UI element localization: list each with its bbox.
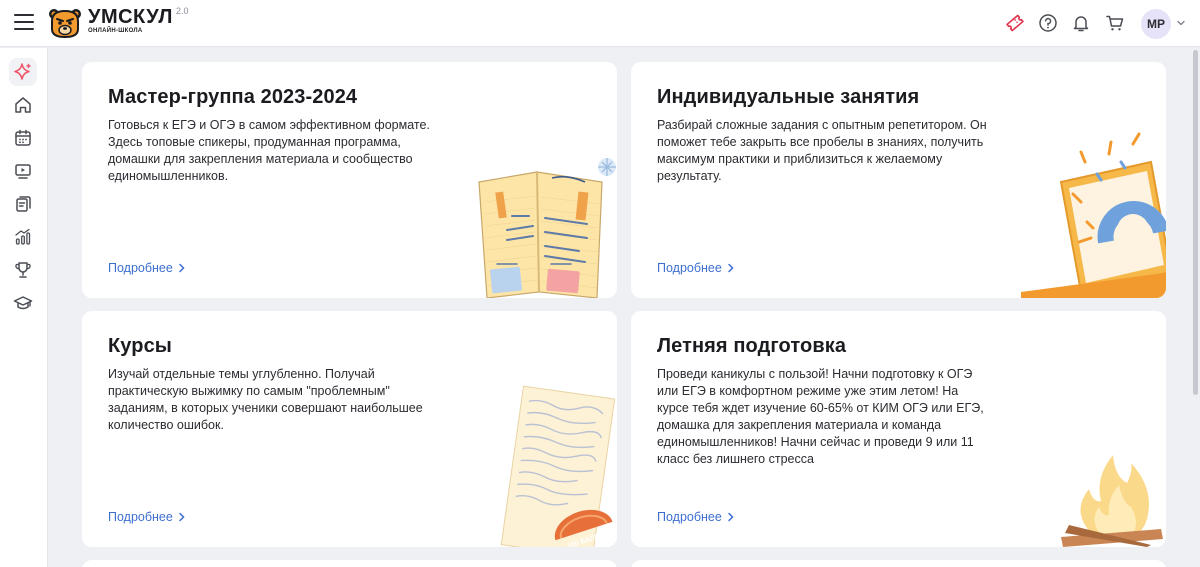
- sparkle-icon: [14, 63, 31, 80]
- scrollbar[interactable]: [1191, 48, 1200, 567]
- homework-icon: [16, 196, 31, 212]
- sidebar-item-courses[interactable]: [9, 289, 37, 317]
- logo-subtitle: ОНЛАЙН-ШКОЛА: [88, 28, 143, 34]
- laptop-illustration: [1021, 132, 1166, 298]
- video-lesson-icon: [15, 164, 31, 179]
- campfire-illustration: [1061, 455, 1163, 547]
- graduation-cap-icon: [13, 296, 33, 310]
- scrollbar-thumb[interactable]: [1193, 50, 1198, 395]
- sidebar-item-homework[interactable]: [9, 190, 37, 218]
- card-title: Индивидуальные занятия: [657, 86, 920, 108]
- card-title: Летняя подготовка: [657, 335, 847, 357]
- chevron-right-icon: [728, 512, 734, 522]
- card-summer-prep[interactable]: Летняя подготовка Проведи каникулы с пол…: [631, 311, 1166, 547]
- logo-version: 2.0: [176, 6, 189, 16]
- card-description: Изучай отдельные темы углубленно. Получа…: [108, 367, 423, 432]
- card-individual-lessons[interactable]: Индивидуальные занятия Разбирай сложные …: [631, 62, 1166, 298]
- card-title: Курсы: [108, 335, 172, 357]
- sidebar-item-achievements[interactable]: [9, 256, 37, 284]
- card-title: Мастер-группа 2023-2024: [108, 86, 358, 108]
- card-description: Разбирай сложные задания с опытным репет…: [657, 118, 987, 183]
- bell-icon[interactable]: [1071, 13, 1091, 33]
- card-partial-left[interactable]: [82, 560, 617, 567]
- more-link[interactable]: Подробнее: [108, 261, 186, 275]
- logo[interactable]: УМСКУЛ ОНЛАЙН-ШКОЛА: [48, 6, 173, 40]
- calendar-icon: [15, 129, 31, 146]
- more-link[interactable]: Подробнее: [108, 510, 186, 524]
- sidebar-item-home[interactable]: [9, 91, 37, 119]
- menu-icon[interactable]: [14, 14, 34, 32]
- avatar[interactable]: МР: [1141, 9, 1171, 39]
- chevron-right-icon: [728, 263, 734, 273]
- help-icon[interactable]: [1038, 13, 1058, 33]
- more-link-label: Подробнее: [108, 510, 173, 524]
- card-partial-right[interactable]: [631, 560, 1166, 567]
- notebook-illustration: [478, 158, 616, 298]
- more-link[interactable]: Подробнее: [657, 510, 735, 524]
- logo-text: УМСКУЛ ОНЛАЙН-ШКОЛА: [88, 7, 173, 35]
- logo-name: УМСКУЛ: [88, 6, 173, 28]
- progress-chart-icon: [15, 228, 31, 245]
- more-link-label: Подробнее: [108, 261, 173, 275]
- more-link-label: Подробнее: [657, 261, 722, 275]
- sidebar-item-progress[interactable]: [9, 223, 37, 251]
- card-description: Готовься к ЕГЭ и ОГЭ в самом эффективном…: [108, 118, 430, 183]
- sidebar-item-showcase[interactable]: [9, 58, 37, 86]
- cart-icon[interactable]: [1105, 13, 1125, 33]
- home-icon: [15, 97, 31, 113]
- handwritten-sheet-illustration: 100 БАЛЛОВ: [500, 385, 616, 547]
- top-header: УМСКУЛ ОНЛАЙН-ШКОЛА 2.0 МР: [0, 0, 1200, 47]
- bear-logo-icon: [49, 9, 81, 39]
- sidebar-item-lessons[interactable]: [9, 157, 37, 185]
- trophy-icon: [15, 262, 31, 278]
- sidebar-item-calendar[interactable]: [9, 124, 37, 152]
- chevron-down-icon[interactable]: [1176, 18, 1186, 28]
- chevron-right-icon: [179, 512, 185, 522]
- card-master-group[interactable]: Мастер-группа 2023-2024 Готовься к ЕГЭ и…: [82, 62, 617, 298]
- sidebar: [0, 48, 48, 567]
- card-description: Проведи каникулы с пользой! Начни подгот…: [657, 367, 984, 466]
- ticket-icon[interactable]: [1005, 13, 1025, 33]
- chevron-right-icon: [179, 263, 185, 273]
- more-link-label: Подробнее: [657, 510, 722, 524]
- more-link[interactable]: Подробнее: [657, 261, 735, 275]
- card-courses[interactable]: Курсы Изучай отдельные темы углубленно. …: [82, 311, 617, 547]
